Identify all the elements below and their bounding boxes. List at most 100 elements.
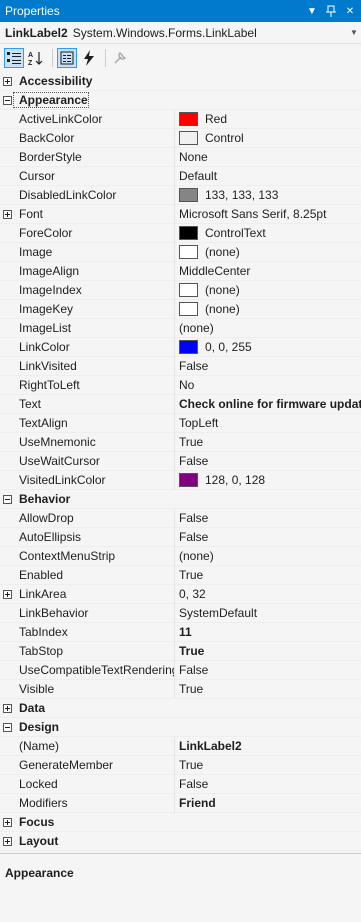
property-row[interactable]: DisabledLinkColor 133, 133, 133 — [0, 185, 361, 205]
property-row[interactable]: ActiveLinkColor Red — [0, 109, 361, 129]
property-value[interactable]: TopLeft — [175, 414, 361, 433]
category-focus[interactable]: Focus — [0, 813, 361, 832]
property-row[interactable]: Locked False — [0, 774, 361, 794]
property-row[interactable]: Modifiers Friend — [0, 793, 361, 813]
category-accessibility[interactable]: Accessibility — [0, 72, 361, 91]
expand-icon[interactable] — [2, 589, 12, 599]
property-row[interactable]: UseMnemonic True — [0, 432, 361, 452]
category-design[interactable]: Design — [0, 718, 361, 737]
property-value[interactable]: True — [175, 433, 361, 452]
property-value[interactable]: 0, 0, 255 — [175, 338, 361, 357]
property-value[interactable]: Friend — [175, 794, 361, 813]
property-row[interactable]: BackColor Control — [0, 128, 361, 148]
collapse-icon[interactable] — [2, 95, 12, 105]
property-value[interactable]: SystemDefault — [175, 604, 361, 623]
property-row[interactable]: Text Check online for firmware updat — [0, 394, 361, 414]
pin-icon[interactable] — [323, 3, 339, 19]
property-value[interactable]: Control — [175, 129, 361, 148]
property-value[interactable]: 133, 133, 133 — [175, 186, 361, 205]
expand-icon[interactable] — [2, 836, 12, 846]
alphabetical-icon[interactable]: A Z — [26, 48, 46, 68]
property-value[interactable]: True — [175, 642, 361, 661]
property-value[interactable]: LinkLabel2 — [175, 737, 361, 756]
row-gutter — [0, 661, 14, 680]
property-value[interactable]: Check online for firmware updat — [175, 395, 361, 414]
property-value[interactable]: Red — [175, 110, 361, 129]
property-value[interactable]: Default — [175, 167, 361, 186]
property-value[interactable]: ControlText — [175, 224, 361, 243]
expand-icon[interactable] — [2, 209, 12, 219]
property-value-text: False — [179, 777, 209, 791]
row-gutter — [0, 528, 14, 547]
property-value[interactable]: True — [175, 756, 361, 775]
property-row[interactable]: UseCompatibleTextRendering False — [0, 660, 361, 680]
property-value[interactable]: True — [175, 680, 361, 699]
chevron-down-icon[interactable]: ▼ — [347, 28, 361, 37]
property-row[interactable]: ImageList (none) — [0, 318, 361, 338]
property-value[interactable]: Microsoft Sans Serif, 8.25pt — [175, 205, 361, 224]
property-pages-icon[interactable] — [110, 48, 130, 68]
events-icon[interactable] — [79, 48, 99, 68]
property-row[interactable]: ImageIndex (none) — [0, 280, 361, 300]
property-row[interactable]: AutoEllipsis False — [0, 527, 361, 547]
property-row[interactable]: LinkColor 0, 0, 255 — [0, 337, 361, 357]
category-appearance[interactable]: Appearance — [0, 91, 361, 110]
collapse-icon[interactable] — [2, 722, 12, 732]
property-value[interactable]: False — [175, 452, 361, 471]
property-row[interactable]: Image (none) — [0, 242, 361, 262]
collapse-icon[interactable] — [2, 494, 12, 504]
property-row[interactable]: (Name) LinkLabel2 — [0, 736, 361, 756]
property-value[interactable]: False — [175, 509, 361, 528]
property-value[interactable]: False — [175, 528, 361, 547]
property-value[interactable]: (none) — [175, 547, 361, 566]
property-value[interactable]: (none) — [175, 243, 361, 262]
property-value[interactable]: None — [175, 148, 361, 167]
category-behavior[interactable]: Behavior — [0, 490, 361, 509]
property-row[interactable]: ImageKey (none) — [0, 299, 361, 319]
row-gutter — [0, 300, 14, 319]
property-row[interactable]: VisitedLinkColor 128, 0, 128 — [0, 470, 361, 490]
property-row[interactable]: Font Microsoft Sans Serif, 8.25pt — [0, 204, 361, 224]
property-value[interactable]: (none) — [175, 319, 361, 338]
property-row[interactable]: ContextMenuStrip (none) — [0, 546, 361, 566]
property-row[interactable]: ImageAlign MiddleCenter — [0, 261, 361, 281]
category-data[interactable]: Data — [0, 699, 361, 718]
property-row[interactable]: Enabled True — [0, 565, 361, 585]
property-name: AllowDrop — [14, 508, 175, 528]
property-row[interactable]: TextAlign TopLeft — [0, 413, 361, 433]
properties-icon[interactable] — [57, 48, 77, 68]
property-value[interactable]: (none) — [175, 281, 361, 300]
property-value[interactable]: No — [175, 376, 361, 395]
property-row[interactable]: LinkArea 0, 32 — [0, 584, 361, 604]
property-value[interactable]: False — [175, 661, 361, 680]
expand-icon[interactable] — [2, 817, 12, 827]
property-value[interactable]: False — [175, 775, 361, 794]
property-row[interactable]: AllowDrop False — [0, 508, 361, 528]
category-layout[interactable]: Layout — [0, 832, 361, 851]
property-row[interactable]: BorderStyle None — [0, 147, 361, 167]
property-row[interactable]: UseWaitCursor False — [0, 451, 361, 471]
property-row[interactable]: Cursor Default — [0, 166, 361, 186]
property-value[interactable]: True — [175, 566, 361, 585]
close-icon[interactable]: ✕ — [342, 3, 358, 19]
property-row[interactable]: LinkBehavior SystemDefault — [0, 603, 361, 623]
property-value[interactable]: 11 — [175, 623, 361, 642]
expand-icon[interactable] — [2, 703, 12, 713]
categorized-icon[interactable] — [4, 48, 24, 68]
property-value[interactable]: 128, 0, 128 — [175, 471, 361, 490]
property-row[interactable]: GenerateMember True — [0, 755, 361, 775]
expand-icon[interactable] — [2, 76, 12, 86]
object-selector[interactable]: LinkLabel2 System.Windows.Forms.LinkLabe… — [0, 22, 361, 44]
property-row[interactable]: Visible True — [0, 679, 361, 699]
property-row[interactable]: ForeColor ControlText — [0, 223, 361, 243]
property-row[interactable]: RightToLeft No — [0, 375, 361, 395]
property-value[interactable]: False — [175, 357, 361, 376]
property-row[interactable]: LinkVisited False — [0, 356, 361, 376]
property-row[interactable]: TabIndex 11 — [0, 622, 361, 642]
property-value[interactable]: MiddleCenter — [175, 262, 361, 281]
property-value[interactable]: 0, 32 — [175, 585, 361, 604]
property-row[interactable]: TabStop True — [0, 641, 361, 661]
dropdown-arrow-icon[interactable]: ▼ — [304, 3, 320, 19]
property-value[interactable]: (none) — [175, 300, 361, 319]
property-name: TextAlign — [14, 413, 175, 433]
